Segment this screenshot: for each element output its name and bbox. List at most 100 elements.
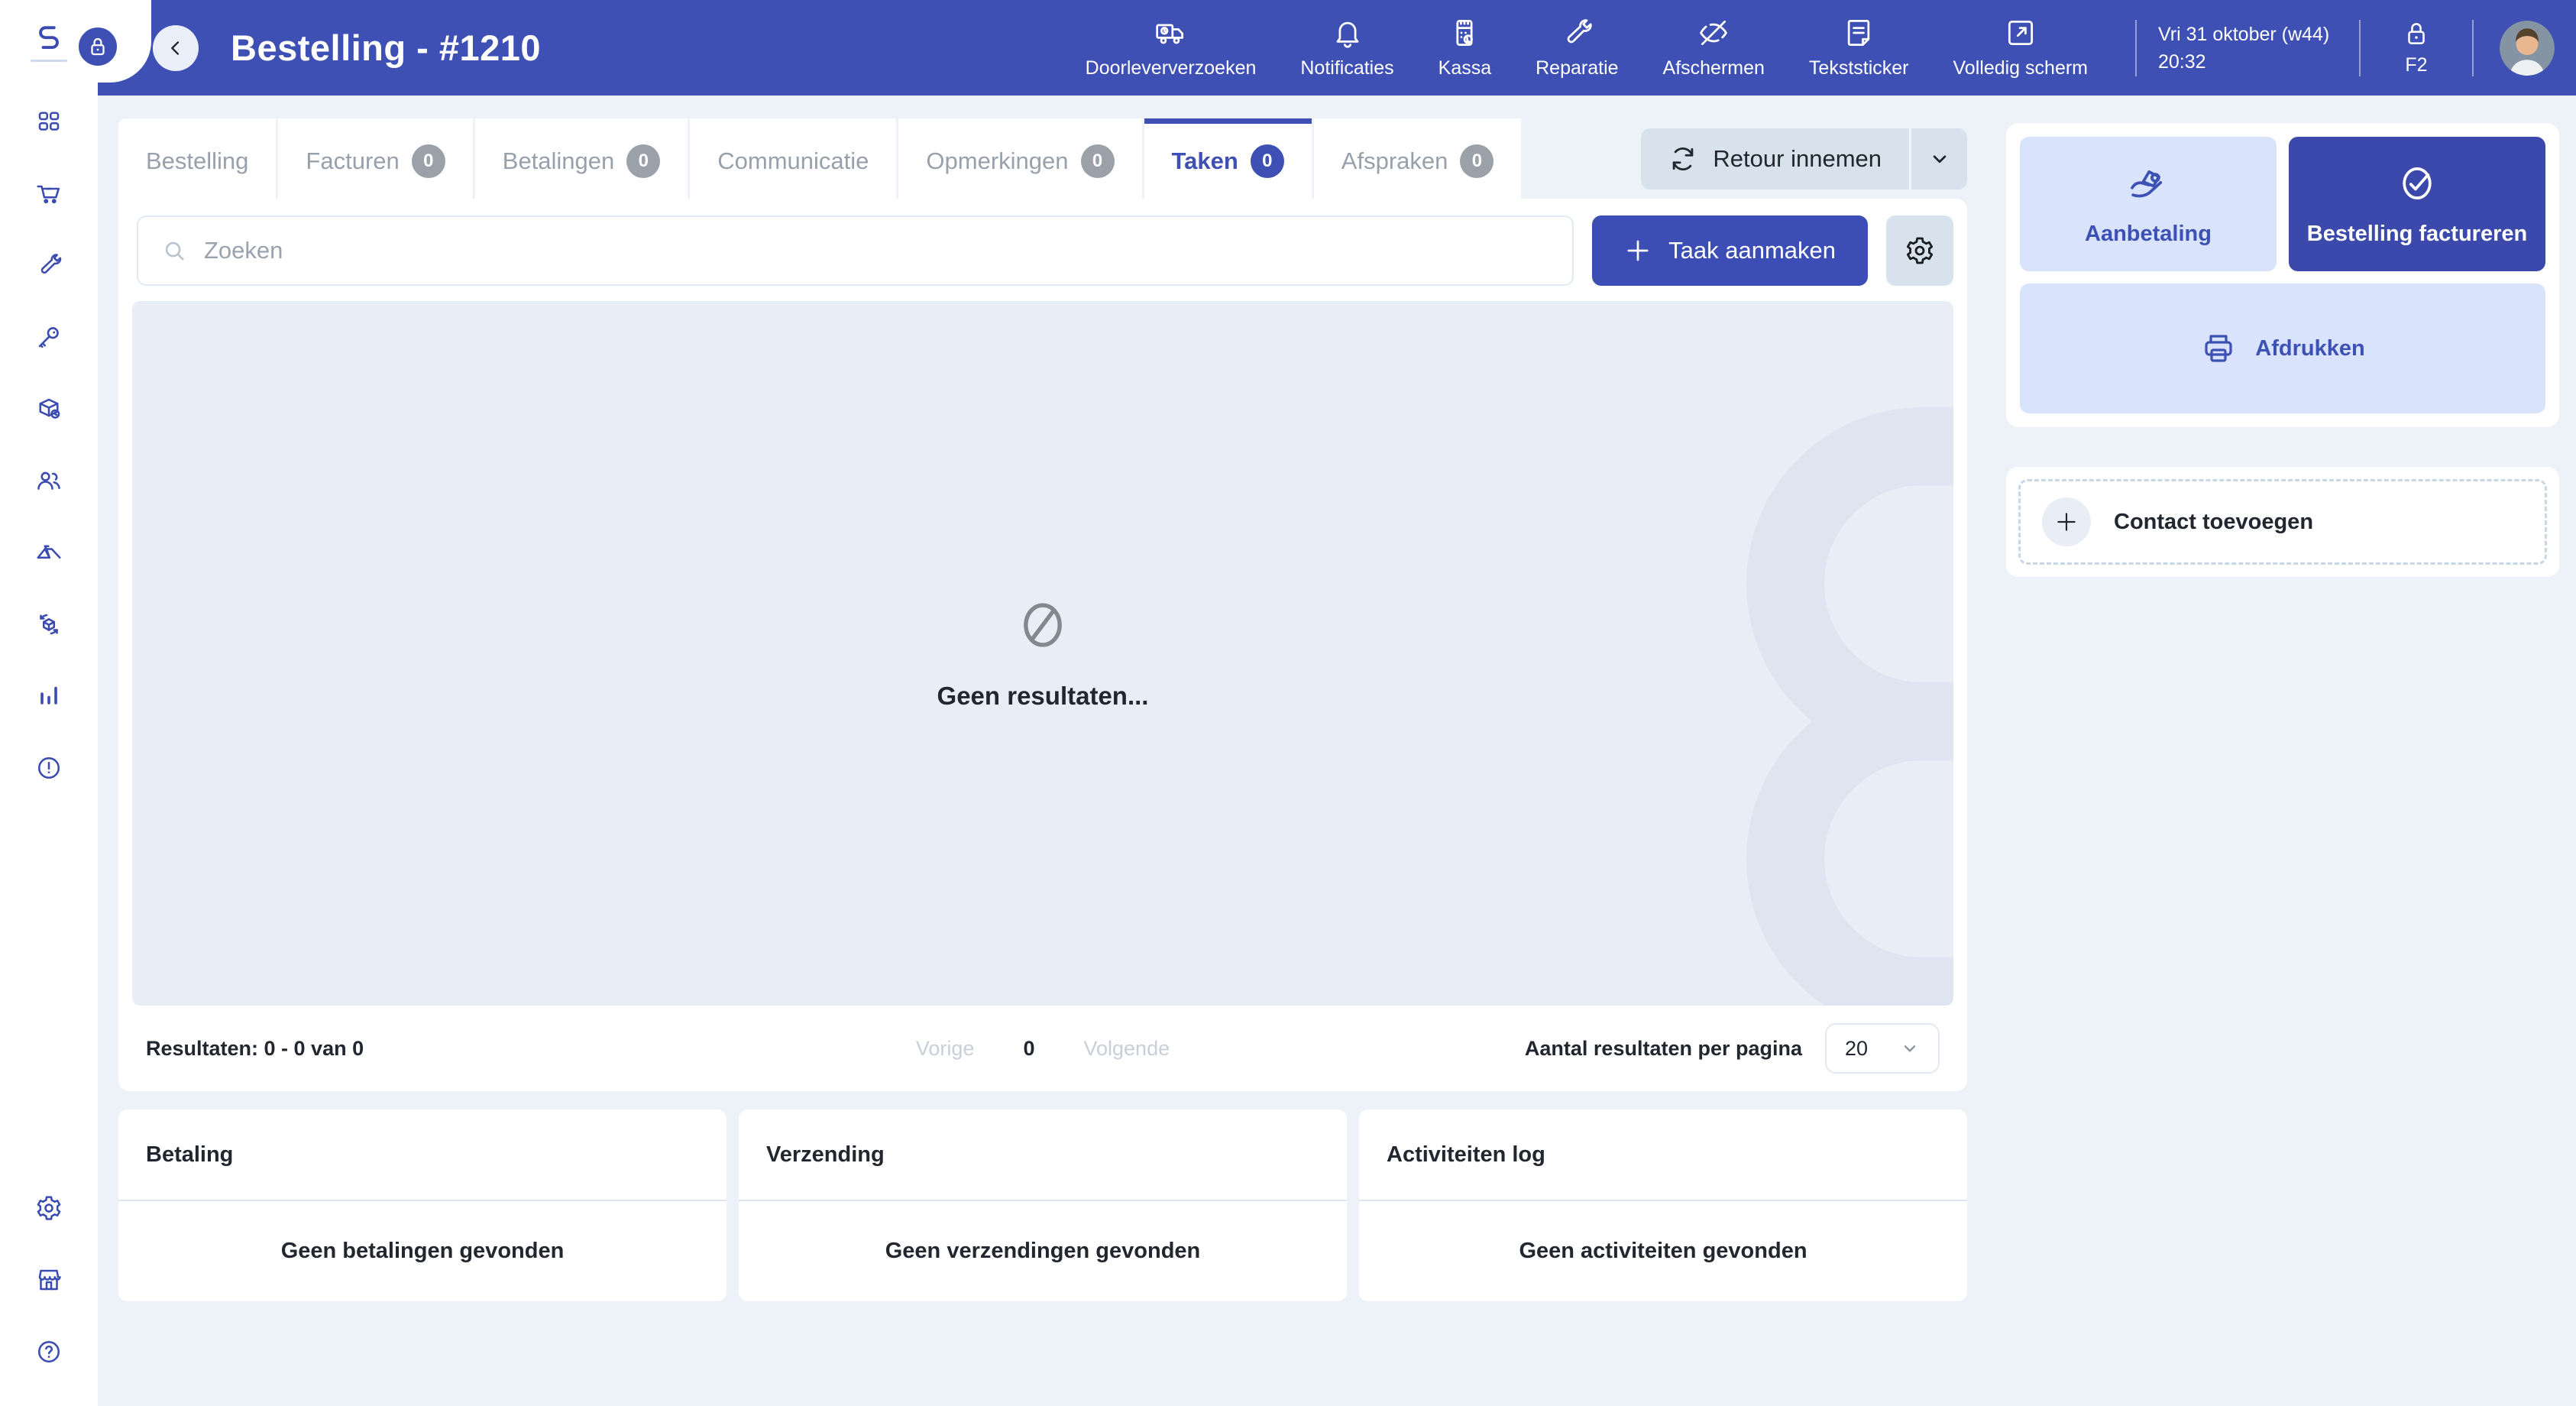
- create-task-label: Taak aanmaken: [1668, 237, 1836, 264]
- cube-sync-icon: [35, 611, 63, 638]
- tab-count-badge: 0: [626, 144, 661, 178]
- chevron-left-icon: [165, 37, 186, 59]
- tab-label: Facturen: [306, 147, 400, 174]
- search-input[interactable]: [204, 237, 1550, 264]
- header-divider: [2472, 19, 2474, 76]
- plus-icon: [2042, 497, 2091, 546]
- sidebar-item-dashboard[interactable]: [25, 98, 73, 145]
- tab-label: Bestelling: [146, 147, 249, 174]
- eye-off-icon: [1697, 16, 1730, 50]
- circle-slash-icon: [1014, 596, 1072, 654]
- empty-state-text: Geen resultaten...: [937, 682, 1149, 710]
- fullscreen-icon: [2004, 16, 2037, 50]
- current-page-number: 0: [1023, 1036, 1035, 1060]
- pagination-bar: Resultaten: 0 - 0 van 0 Vorige 0 Volgend…: [118, 1006, 1967, 1091]
- tab-afspraken[interactable]: Afspraken 0: [1313, 118, 1522, 199]
- header-divider: [2135, 19, 2137, 76]
- chevron-down-icon: [1900, 1038, 1920, 1058]
- gear-icon: [35, 1194, 63, 1222]
- tab-count-badge: 0: [1460, 144, 1494, 178]
- gear-icon: [1904, 235, 1935, 266]
- header-divider: [2359, 19, 2361, 76]
- sticker-note-icon: [1842, 16, 1875, 50]
- tab-count-badge: 0: [1250, 144, 1284, 178]
- sidebar-item-reparaties[interactable]: [25, 241, 73, 289]
- back-button[interactable]: [153, 24, 199, 71]
- order-actions-grid: Aanbetaling Bestelling factureren: [2020, 137, 2545, 271]
- datetime-display: Vri 31 oktober (w44) 20:32: [2158, 23, 2338, 73]
- time-text: 20:32: [2158, 50, 2206, 73]
- task-search: [137, 215, 1574, 286]
- add-contact-button[interactable]: Contact toevoegen: [2018, 479, 2547, 565]
- sidebar-item-winkel[interactable]: [25, 1256, 73, 1304]
- retour-innemen-button[interactable]: Retour innemen: [1641, 128, 1909, 190]
- per-page-select[interactable]: 20: [1825, 1023, 1940, 1074]
- header-action-label: Kassa: [1438, 57, 1492, 79]
- sidebar-item-verhuur[interactable]: [25, 313, 73, 361]
- tab-count-badge: 0: [411, 144, 445, 178]
- sidebar-item-voorraad[interactable]: [25, 385, 73, 432]
- chevron-down-icon: [1928, 147, 1951, 170]
- afdrukken-button[interactable]: Afdrukken: [2020, 283, 2545, 413]
- header-action-kassa[interactable]: Kassa: [1438, 16, 1491, 79]
- tab-betalingen[interactable]: Betalingen 0: [474, 118, 688, 199]
- plus-icon: [1624, 237, 1652, 264]
- order-actions-card: Aanbetaling Bestelling factureren Afdruk…: [2006, 123, 2559, 427]
- wrench-icon: [1560, 16, 1594, 50]
- next-page-button[interactable]: Volgende: [1083, 1037, 1170, 1061]
- tab-label: Afspraken: [1341, 147, 1448, 174]
- lock-badge[interactable]: [75, 24, 121, 70]
- sidebar-item-meldingen[interactable]: [25, 744, 73, 792]
- header-action-label: Reparatie: [1536, 57, 1619, 79]
- header-action-doorleververzoeken[interactable]: Doorleververzoeken: [1085, 16, 1257, 79]
- card-empty-text: Geen verzendingen gevonden: [885, 1239, 1201, 1263]
- header-action-tekststicker[interactable]: Tekststicker: [1809, 16, 1909, 79]
- tab-bestelling[interactable]: Bestelling: [118, 118, 277, 199]
- header-action-label: Volledig scherm: [1953, 57, 2088, 79]
- sidebar-item-verkoop[interactable]: [25, 170, 73, 217]
- alert-circle-icon: [35, 754, 63, 782]
- create-task-button[interactable]: Taak aanmaken: [1592, 215, 1868, 286]
- header-action-label: Doorleververzoeken: [1085, 57, 1257, 79]
- sidebar-bottom-navigation: [25, 1172, 73, 1406]
- store-icon: [35, 1266, 63, 1294]
- cash-register-icon: [1448, 16, 1481, 50]
- header-action-reparatie[interactable]: Reparatie: [1536, 16, 1619, 79]
- sidebar-item-statistieken[interactable]: [25, 672, 73, 720]
- sidebar-item-doorleveren[interactable]: [25, 601, 73, 648]
- header-action-afschermen[interactable]: Afschermen: [1663, 16, 1765, 79]
- search-icon: [161, 238, 187, 264]
- sidebar-item-help[interactable]: [25, 1328, 73, 1375]
- user-avatar[interactable]: [2500, 20, 2555, 76]
- page-title: Bestelling - #1210: [231, 28, 542, 68]
- header-action-volledig-scherm[interactable]: Volledig scherm: [1953, 16, 2088, 79]
- bar-chart-icon: [35, 682, 63, 710]
- tab-communicatie[interactable]: Communicatie: [690, 118, 897, 199]
- sidebar-item-instellingen[interactable]: [25, 1184, 73, 1232]
- aanbetaling-button[interactable]: Aanbetaling: [2020, 137, 2277, 271]
- bestelling-factureren-button[interactable]: Bestelling factureren: [2289, 137, 2545, 271]
- tab-opmerkingen[interactable]: Opmerkingen 0: [898, 118, 1142, 199]
- grid-icon: [35, 108, 63, 135]
- sidebar-item-fietsen[interactable]: [25, 529, 73, 576]
- activiteiten-log-card: Activiteiten log Geen activiteiten gevon…: [1359, 1110, 1967, 1301]
- brand-s-logo: [39, 25, 59, 49]
- bell-icon: [1331, 16, 1364, 50]
- task-settings-button[interactable]: [1886, 215, 1953, 286]
- tab-facturen[interactable]: Facturen 0: [278, 118, 473, 199]
- per-page-value: 20: [1845, 1036, 1869, 1060]
- pager: Vorige 0 Volgende: [916, 1037, 1170, 1061]
- app-logo[interactable]: [31, 0, 67, 86]
- header-action-notificaties[interactable]: Notificaties: [1300, 16, 1394, 79]
- lock-icon: [86, 35, 109, 58]
- lock-icon: [2402, 19, 2431, 48]
- tab-taken[interactable]: Taken 0: [1144, 118, 1312, 199]
- order-detail-page: Bestelling - #1210 Doorleververzoeken No…: [0, 0, 2576, 1406]
- previous-page-button[interactable]: Vorige: [916, 1037, 975, 1061]
- lock-screen-button[interactable]: F2: [2382, 19, 2451, 76]
- sidebar-item-klanten[interactable]: [25, 457, 73, 504]
- tab-label: Communicatie: [717, 147, 869, 174]
- verzending-card: Verzending Geen verzendingen gevonden: [739, 1110, 1347, 1301]
- tab-label: Betalingen: [502, 147, 615, 174]
- retour-innemen-dropdown[interactable]: [1909, 128, 1967, 190]
